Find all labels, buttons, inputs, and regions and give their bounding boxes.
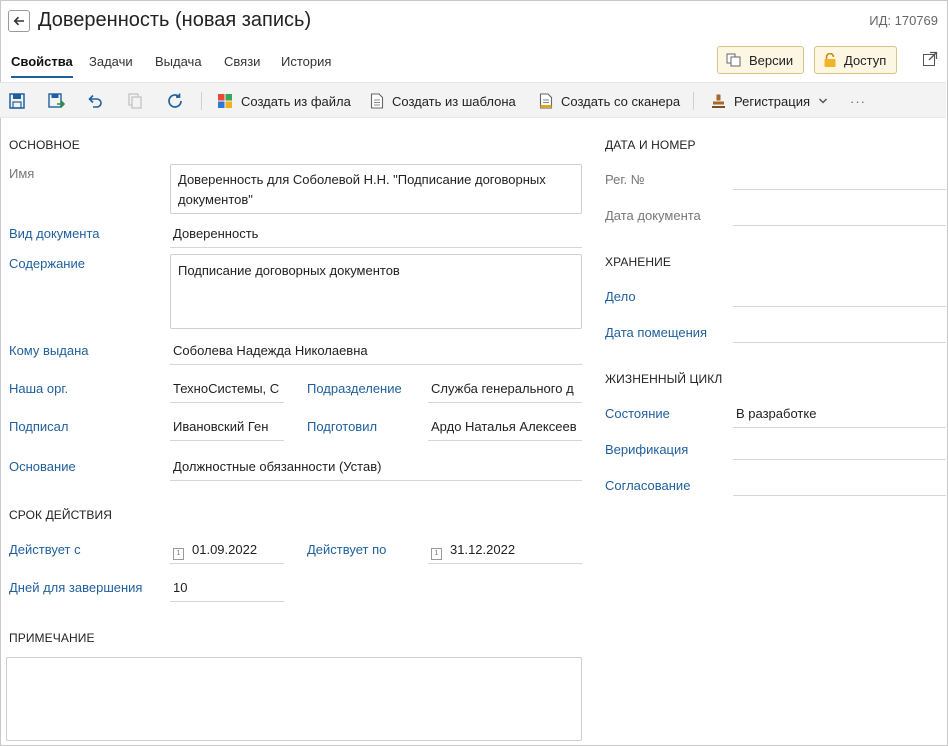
registration-dropdown[interactable]: Регистрация bbox=[711, 92, 828, 110]
verification-label[interactable]: Верификация bbox=[605, 442, 688, 457]
copy-icon[interactable] bbox=[126, 92, 144, 110]
calendar-icon[interactable]: 1 bbox=[173, 548, 184, 560]
case-field[interactable] bbox=[733, 285, 946, 307]
name-field[interactable]: Доверенность для Соболевой Н.Н. "Подписа… bbox=[170, 164, 582, 214]
create-from-file-button[interactable]: Создать из файла bbox=[217, 92, 351, 110]
access-button[interactable]: Доступ bbox=[814, 46, 898, 74]
save-and-close-icon[interactable] bbox=[47, 92, 65, 110]
scanner-document-icon bbox=[539, 93, 553, 109]
tab-tasks[interactable]: Задачи bbox=[89, 54, 133, 76]
state-field[interactable]: В разработке bbox=[733, 406, 946, 428]
section-storage-title: Хранение bbox=[605, 255, 671, 269]
calendar-icon[interactable]: 1 bbox=[431, 548, 442, 560]
toolbar-divider bbox=[693, 92, 694, 110]
document-icon bbox=[370, 93, 384, 109]
lock-icon bbox=[824, 52, 836, 67]
undo-icon[interactable] bbox=[86, 92, 104, 110]
registration-label: Регистрация bbox=[734, 93, 810, 109]
create-from-file-label: Создать из файла bbox=[241, 93, 351, 109]
tab-links[interactable]: Связи bbox=[224, 54, 260, 76]
section-lifecycle-title: Жизненный цикл bbox=[605, 372, 723, 386]
toolbar-divider bbox=[201, 92, 202, 110]
create-from-template-button[interactable]: Создать из шаблона bbox=[370, 92, 516, 110]
verification-field[interactable] bbox=[733, 438, 946, 460]
create-from-template-label: Создать из шаблона bbox=[392, 93, 516, 109]
placement-date-label[interactable]: Дата помещения bbox=[605, 325, 707, 340]
section-note-title: Примечание bbox=[9, 631, 95, 645]
title-bar: Доверенность (новая запись) ИД: 170769 bbox=[0, 0, 946, 44]
valid-from-label[interactable]: Действует с bbox=[9, 542, 81, 557]
tab-properties[interactable]: Свойства bbox=[11, 54, 73, 78]
signed-by-label[interactable]: Подписал bbox=[9, 419, 69, 434]
tab-issuance[interactable]: Выдача bbox=[155, 54, 202, 76]
reg-no-field[interactable] bbox=[733, 168, 946, 190]
chevron-down-icon bbox=[818, 98, 828, 104]
content-field[interactable]: Подписание договорных документов bbox=[170, 254, 582, 329]
refresh-icon[interactable] bbox=[166, 92, 184, 110]
versions-button[interactable]: Версии bbox=[717, 46, 805, 74]
section-main-title: Основное bbox=[9, 138, 80, 152]
our-org-field[interactable]: ТехноСистемы, С bbox=[170, 381, 284, 403]
valid-from-value: 01.09.2022 bbox=[192, 542, 258, 557]
note-field[interactable] bbox=[6, 657, 582, 741]
tab-history[interactable]: История bbox=[281, 54, 331, 76]
signed-by-field[interactable]: Ивановский Ген bbox=[170, 419, 284, 441]
record-id: ИД: 170769 bbox=[869, 13, 938, 28]
access-label: Доступ bbox=[844, 52, 887, 68]
basis-field[interactable]: Должностные обязанности (Устав) bbox=[170, 459, 582, 481]
section-validity-title: Срок действия bbox=[9, 508, 113, 522]
versions-label: Версии bbox=[749, 52, 794, 68]
versions-icon bbox=[726, 53, 741, 67]
create-from-scanner-button[interactable]: Создать со сканера bbox=[539, 92, 680, 110]
placement-date-field[interactable] bbox=[733, 321, 946, 343]
office-file-icon bbox=[218, 94, 232, 108]
valid-to-field[interactable]: 1 31.12.2022 bbox=[428, 542, 582, 564]
tab-bar: Свойства Задачи Выдача Связи История bbox=[0, 44, 946, 82]
case-label[interactable]: Дело bbox=[605, 289, 636, 304]
days-label[interactable]: Дней для завершения bbox=[9, 580, 142, 595]
state-label[interactable]: Состояние bbox=[605, 406, 670, 421]
save-icon[interactable] bbox=[8, 92, 26, 110]
doc-date-label: Дата документа bbox=[605, 208, 701, 223]
prepared-by-field[interactable]: Ардо Наталья Алексеев bbox=[428, 419, 582, 441]
open-in-new-window-icon[interactable] bbox=[922, 51, 938, 67]
issued-to-label[interactable]: Кому выдана bbox=[9, 343, 88, 358]
toolbar: Создать из файла Создать из шаблона Созд… bbox=[0, 82, 946, 118]
doc-type-field[interactable]: Доверенность bbox=[170, 226, 582, 248]
issued-to-field[interactable]: Соболева Надежда Николаевна bbox=[170, 343, 582, 365]
back-button[interactable] bbox=[8, 10, 30, 32]
arrow-left-icon bbox=[13, 16, 24, 26]
prepared-by-label[interactable]: Подготовил bbox=[307, 419, 377, 434]
doc-date-field[interactable] bbox=[733, 204, 946, 226]
more-actions-button[interactable]: ··· bbox=[850, 92, 866, 110]
stamp-icon bbox=[712, 94, 725, 108]
valid-from-field[interactable]: 1 01.09.2022 bbox=[170, 542, 284, 564]
page-title: Доверенность (новая запись) bbox=[38, 9, 312, 31]
doc-type-label[interactable]: Вид документа bbox=[9, 226, 100, 241]
section-date-number-title: Дата и номер bbox=[605, 138, 696, 152]
our-org-label[interactable]: Наша орг. bbox=[9, 381, 68, 396]
department-field[interactable]: Служба генерального д bbox=[428, 381, 582, 403]
name-label: Имя bbox=[9, 166, 35, 181]
create-from-scanner-label: Создать со сканера bbox=[561, 93, 681, 109]
valid-to-label[interactable]: Действует по bbox=[307, 542, 386, 557]
content-label[interactable]: Содержание bbox=[9, 256, 85, 271]
approval-field[interactable] bbox=[733, 474, 946, 496]
department-label[interactable]: Подразделение bbox=[307, 381, 402, 396]
basis-label[interactable]: Основание bbox=[9, 459, 76, 474]
days-field[interactable]: 10 bbox=[170, 580, 284, 602]
approval-label[interactable]: Согласование bbox=[605, 478, 690, 493]
reg-no-label: Рег. № bbox=[605, 172, 645, 187]
valid-to-value: 31.12.2022 bbox=[450, 542, 516, 557]
